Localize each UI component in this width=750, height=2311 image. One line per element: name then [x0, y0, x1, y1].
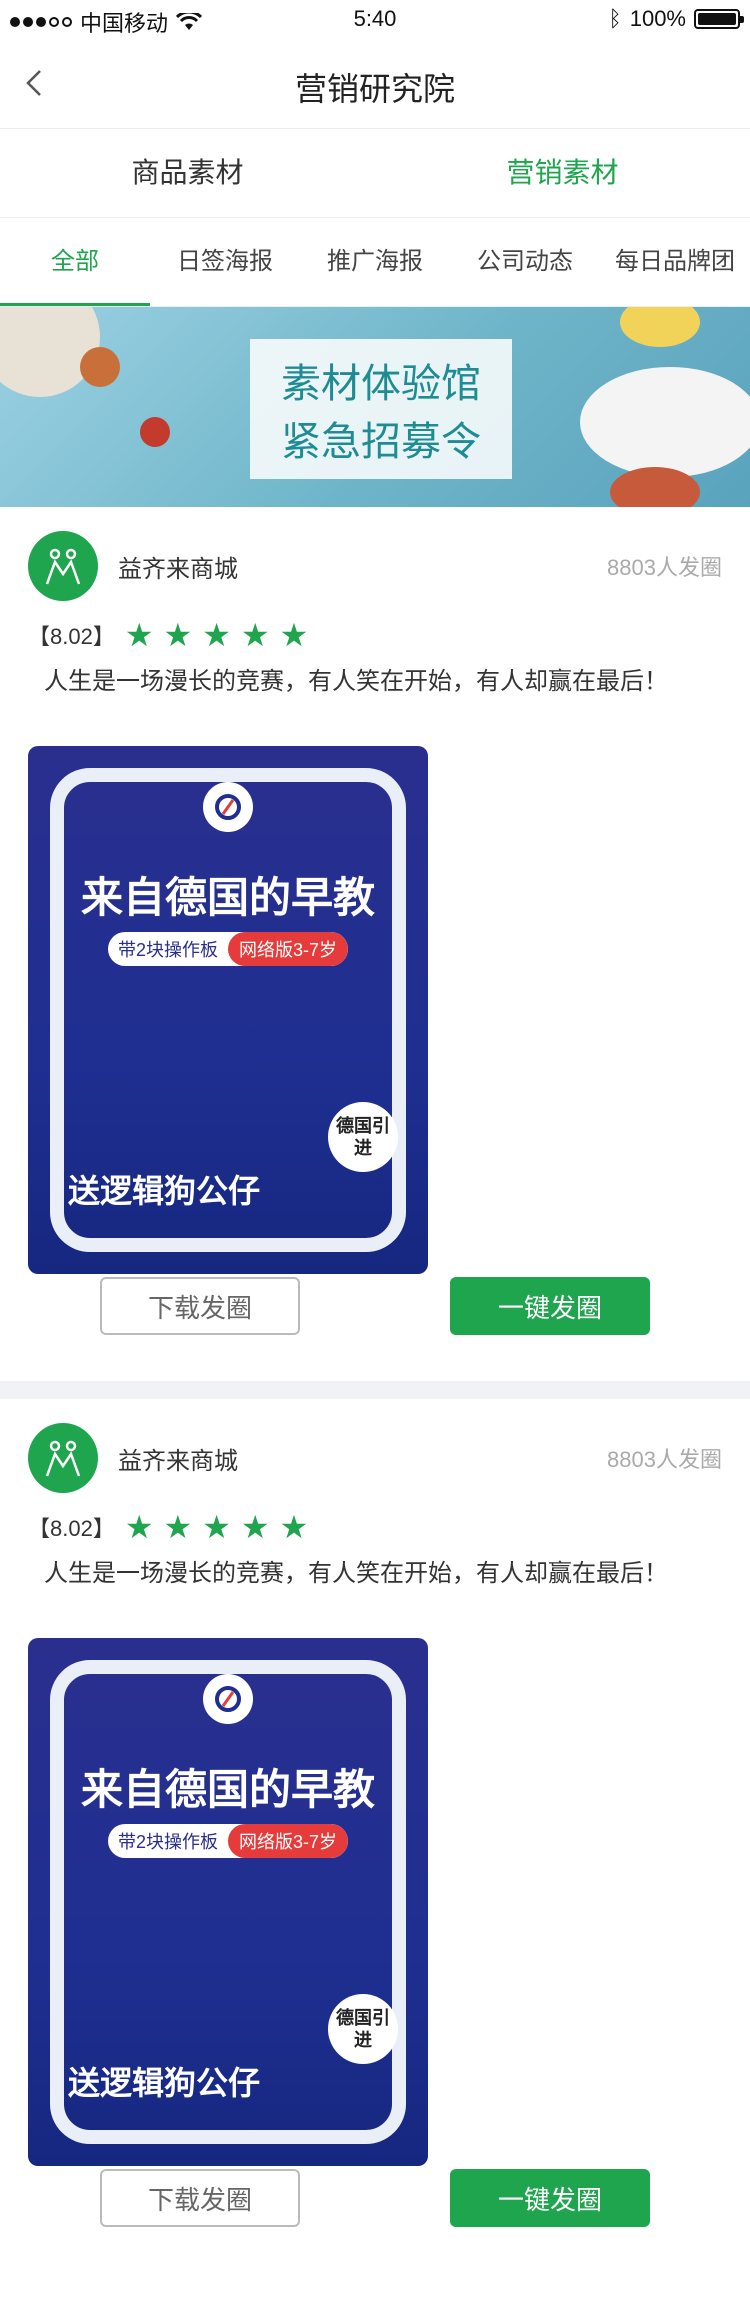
post-text: 人生是一场漫长的竞赛，有人笑在开始，有人却赢在最后！ [44, 1560, 668, 1587]
avatar [28, 1423, 98, 1493]
banner-decoration [620, 307, 700, 347]
status-bar: 中国移动 5:40 ᛒ 100% [0, 0, 750, 40]
nav-bar: 营销研究院 [0, 40, 750, 129]
poster-tag-right: 网络版3-7岁 [228, 932, 348, 966]
section-divider [0, 1381, 750, 1399]
poster-bottom-text: 送逻辑狗公仔 [68, 2064, 261, 2102]
poster-badge: 德国引进 [328, 1102, 398, 1172]
subtab-promo-poster[interactable]: 推广海报 [300, 218, 450, 306]
subtab-all[interactable]: 全部 [0, 218, 150, 306]
poster-image[interactable]: 来自德国的早教 带2块操作板 网络版3-7岁 德国引进 送逻辑狗公仔 [28, 746, 428, 1274]
share-count: 8803人发圈 [607, 1447, 722, 1472]
banner-decoration [140, 417, 170, 447]
post-header: 益齐来商城 8803人发圈 [28, 1423, 722, 1493]
promo-banner[interactable]: 素材体验馆 紧急招募令 [0, 307, 750, 507]
star-icon: ★ [163, 617, 193, 653]
banner-line-2: 紧急招募令 [281, 419, 481, 465]
poster-tag: 带2块操作板 网络版3-7岁 [108, 1824, 348, 1858]
post-text: 人生是一场漫长的竞赛，有人笑在开始，有人却赢在最后！ [44, 668, 668, 695]
subtab-daily-brand[interactable]: 每日品牌团 [600, 218, 750, 306]
poster-logo-icon [203, 782, 253, 832]
seller-name: 益齐来商城 [118, 555, 238, 583]
star-icon: ★ [163, 1509, 193, 1545]
banner-decoration [580, 367, 750, 477]
avatar [28, 531, 98, 601]
poster-badge: 德国引进 [328, 1994, 398, 2064]
poster-tag-left: 带2块操作板 [117, 1832, 218, 1852]
star-icon: ★ [124, 1509, 154, 1545]
battery-label: 100% [629, 6, 686, 31]
rating-score: 【8.02】 [28, 624, 115, 649]
main-tabs: 商品素材 营销素材 [0, 129, 750, 218]
poster-logo-icon [203, 1674, 253, 1724]
subtab-daily-poster[interactable]: 日签海报 [150, 218, 300, 306]
store-logo-icon [45, 1440, 81, 1477]
poster-title: 来自德国的早教 [80, 873, 375, 922]
banner-text-box: 素材体验馆 紧急招募令 [250, 339, 512, 479]
page-title: 营销研究院 [294, 71, 455, 107]
poster-tag-left: 带2块操作板 [117, 940, 218, 960]
seller-name: 益齐来商城 [118, 1447, 238, 1475]
rating-score: 【8.02】 [28, 1516, 115, 1541]
star-icon: ★ [279, 1509, 309, 1545]
battery-icon [694, 9, 744, 29]
poster-tag-right: 网络版3-7岁 [228, 1824, 348, 1858]
poster-title: 来自德国的早教 [80, 1765, 375, 1814]
post-header: 益齐来商城 8803人发圈 [28, 531, 722, 601]
one-click-share-button[interactable]: 一键发圈 [450, 2169, 650, 2227]
star-icon: ★ [279, 617, 309, 653]
star-icon: ★ [202, 1509, 231, 1545]
post-card: 益齐来商城 8803人发圈 【8.02】 ★ ★ ★ ★ ★ 人生是一场漫长的竞… [0, 1399, 750, 2273]
post-card: 益齐来商城 8803人发圈 【8.02】 ★ ★ ★ ★ ★ 人生是一场漫长的竞… [0, 507, 750, 1381]
rating: 【8.02】 ★ ★ ★ ★ ★ [28, 619, 722, 651]
star-icon: ★ [240, 617, 270, 653]
star-icon: ★ [240, 1509, 270, 1545]
banner-decoration [80, 347, 120, 387]
sub-tabs: 全部 日签海报 推广海报 公司动态 每日品牌团 [0, 218, 750, 307]
download-share-button[interactable]: 下载发圈 [100, 1277, 300, 1335]
status-right: ᛒ 100% [608, 6, 744, 32]
post-actions: 下载发圈 一键发圈 [28, 1277, 722, 1337]
star-icon: ★ [202, 617, 231, 653]
poster-bottom-text: 送逻辑狗公仔 [68, 1172, 261, 1210]
star-icon: ★ [124, 617, 154, 653]
one-click-share-button[interactable]: 一键发圈 [450, 1277, 650, 1335]
tab-marketing-materials[interactable]: 营销素材 [375, 129, 750, 217]
tab-product-materials[interactable]: 商品素材 [0, 129, 375, 217]
store-logo-icon [45, 548, 81, 585]
post-actions: 下载发圈 一键发圈 [28, 2169, 722, 2229]
share-count: 8803人发圈 [607, 555, 722, 580]
rating: 【8.02】 ★ ★ ★ ★ ★ [28, 1511, 722, 1543]
subtab-company-news[interactable]: 公司动态 [450, 218, 600, 306]
bluetooth-icon: ᛒ [608, 6, 622, 31]
poster-tag: 带2块操作板 网络版3-7岁 [108, 932, 348, 966]
poster-image[interactable]: 来自德国的早教 带2块操作板 网络版3-7岁 德国引进 送逻辑狗公仔 [28, 1638, 428, 2166]
download-share-button[interactable]: 下载发圈 [100, 2169, 300, 2227]
banner-line-1: 素材体验馆 [281, 361, 481, 407]
